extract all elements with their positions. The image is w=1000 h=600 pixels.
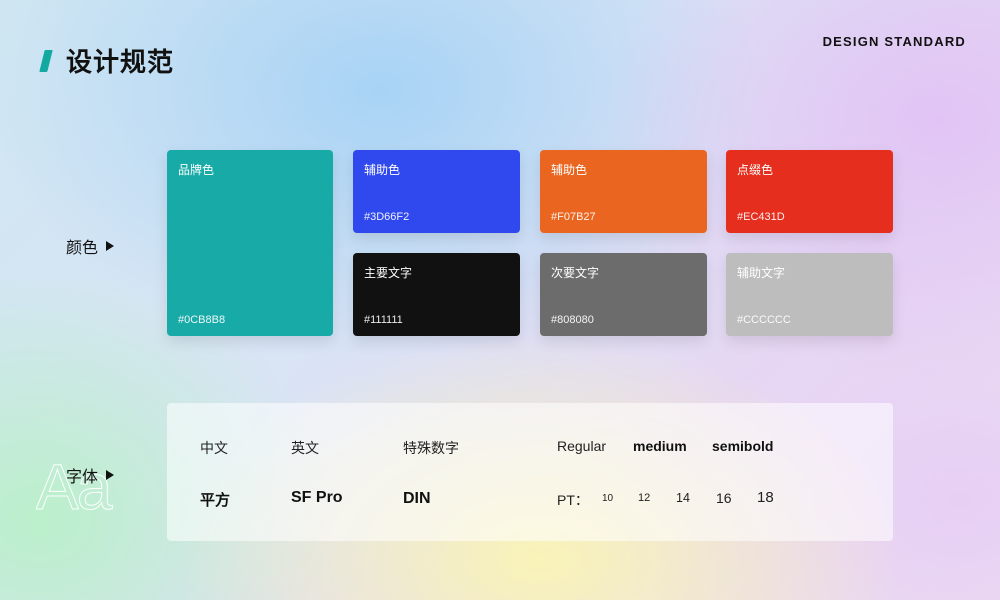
swatch-secondary-orange: 辅助色 #F07B27 [540, 150, 707, 233]
swatch-name: 点缀色 [737, 163, 774, 177]
pt-label: PT： [557, 492, 589, 508]
number-font-value: DIN [403, 490, 431, 507]
swatch-name: 辅助文字 [737, 266, 786, 280]
weight-medium: medium [633, 438, 687, 454]
swatch-hex: #111111 [364, 314, 403, 326]
swatch-secondary-blue: 辅助色 #3D66F2 [353, 150, 520, 233]
title-accent-bar [39, 50, 53, 72]
swatch-hex: #EC431D [737, 211, 785, 223]
swatch-name: 辅助色 [364, 163, 401, 177]
color-section-label: 颜色 [66, 234, 115, 258]
page-title: 设计规范 [66, 47, 175, 77]
weight-regular: Regular [557, 438, 607, 454]
swatch-name: 主要文字 [364, 266, 413, 280]
font-section-label: 字体 [66, 463, 115, 487]
pt-size-12: 12 [638, 492, 651, 504]
pt-size-10: 10 [602, 493, 614, 504]
swatch-primary-text: 主要文字 #111111 [353, 253, 520, 336]
number-font-label: 特殊数字 [403, 440, 459, 456]
swatch-name: 品牌色 [178, 163, 215, 177]
design-standard-label: DESIGN STANDARD [822, 34, 966, 49]
swatch-hex: #3D66F2 [364, 211, 410, 223]
swatch-name: 辅助色 [551, 163, 588, 177]
swatch-accent-red: 点缀色 #EC431D [726, 150, 893, 233]
swatch-auxiliary-text: 辅助文字 #CCCCCC [726, 253, 893, 336]
swatch-hex: #F07B27 [551, 211, 596, 223]
chinese-font-label: 中文 [200, 440, 228, 456]
english-font-value: SF Pro [291, 489, 343, 506]
pt-size-14: 14 [676, 491, 690, 505]
pt-size-16: 16 [716, 490, 732, 506]
swatch-brand: 品牌色 #0CB8B8 [167, 150, 333, 336]
triangle-right-icon [106, 241, 115, 251]
aa-decoration: Aa [35, 451, 112, 524]
triangle-right-icon [106, 470, 115, 480]
font-panel: 中文 平方 英文 SF Pro 特殊数字 DIN Regular medium … [167, 403, 893, 541]
swatch-secondary-text: 次要文字 #808080 [540, 253, 707, 336]
swatch-hex: #808080 [551, 314, 594, 326]
swatch-name: 次要文字 [551, 266, 600, 280]
pt-size-18: 18 [757, 489, 774, 506]
swatch-hex: #CCCCCC [737, 314, 791, 326]
color-section-text: 颜色 [66, 240, 99, 257]
font-section-text: 字体 [66, 469, 99, 486]
weight-semibold: semibold [712, 438, 774, 454]
swatch-hex: #0CB8B8 [178, 314, 226, 326]
chinese-font-value: 平方 [200, 492, 231, 509]
english-font-label: 英文 [291, 440, 319, 456]
